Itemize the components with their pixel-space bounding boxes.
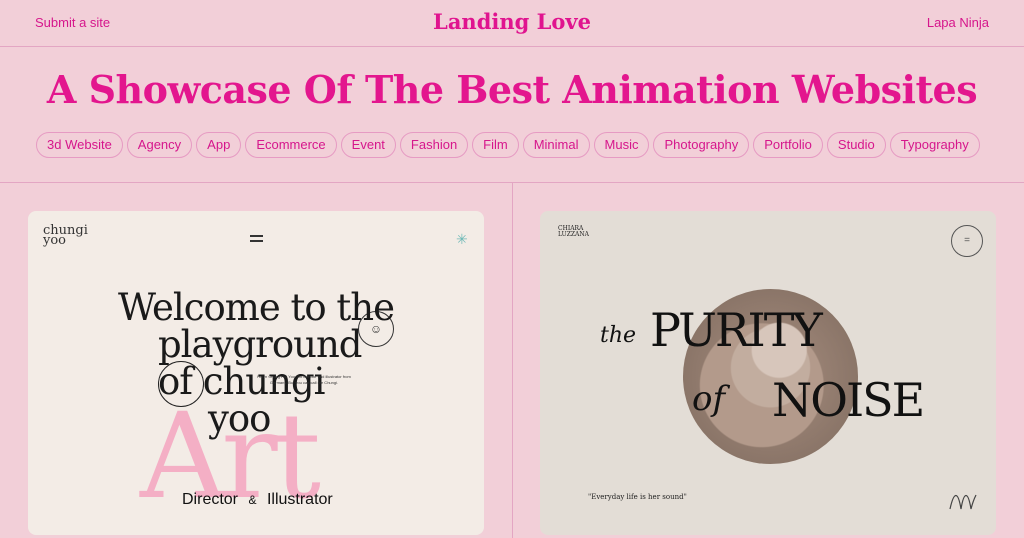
showcase-card-chungi-yoo[interactable]: chungi yoo ✳ Art ☺ Welcome to the playgr… (28, 211, 484, 535)
waveform-icon (949, 494, 977, 510)
asterisk-icon: ✳ (456, 231, 468, 247)
tag-photography[interactable]: Photography (653, 132, 750, 158)
card-word-noise: NOISE (772, 373, 925, 427)
tag-music[interactable]: Music (593, 132, 650, 158)
page-title: A Showcase Of The Best Animation Website… (46, 67, 978, 112)
tag-ecommerce[interactable]: Ecommerce (245, 132, 337, 158)
tag-3d-website[interactable]: 3d Website (36, 132, 123, 158)
card-site-logo: chungi yoo (43, 223, 88, 248)
role-ampersand: & (248, 493, 257, 507)
headline-line: yoo (208, 397, 271, 440)
headline-line: playground (158, 323, 362, 366)
top-bar: Submit a site Landing Love Lapa Ninja (0, 0, 1024, 47)
card-quote: "Everyday life is her sound" (588, 493, 687, 501)
tag-minimal[interactable]: Minimal (522, 132, 590, 158)
hamburger-menu-icon (250, 235, 263, 243)
tag-agency[interactable]: Agency (126, 132, 193, 158)
card-role-line: Director & Illustrator (182, 491, 333, 509)
role-director: Director (182, 491, 239, 508)
tag-portfolio[interactable]: Portfolio (753, 132, 823, 158)
headline-line: Welcome to the (118, 286, 395, 329)
card-word-purity: PURITY (650, 303, 823, 357)
column-divider (512, 183, 513, 538)
showcase-card-purity-of-noise[interactable]: CHIARA LUZZANA = the PURITY of NOISE "Ev… (540, 211, 996, 535)
card-word-of: of (692, 379, 726, 419)
card-site-logo: CHIARA LUZZANA (558, 225, 589, 238)
tag-fashion[interactable]: Fashion (399, 132, 469, 158)
card-word-the: the (600, 323, 637, 348)
tag-event[interactable]: Event (340, 132, 396, 158)
tag-film[interactable]: Film (472, 132, 519, 158)
tag-typography[interactable]: Typography (889, 132, 980, 158)
tag-studio[interactable]: Studio (826, 132, 886, 158)
brand-logo[interactable]: Landing Love (0, 9, 1024, 34)
role-illustrator: Illustrator (266, 491, 333, 508)
menu-circle-icon: = (951, 225, 983, 257)
category-tags: 3d Website Agency App Ecommerce Event Fa… (36, 132, 996, 158)
tag-app[interactable]: App (196, 132, 242, 158)
card-headline: Welcome to the playground of chungi yoo (118, 289, 418, 437)
lapa-ninja-link[interactable]: Lapa Ninja (927, 15, 989, 30)
card-intro-text: Hi I'm Chung Hui Yoo. Art director and i… (257, 374, 351, 385)
